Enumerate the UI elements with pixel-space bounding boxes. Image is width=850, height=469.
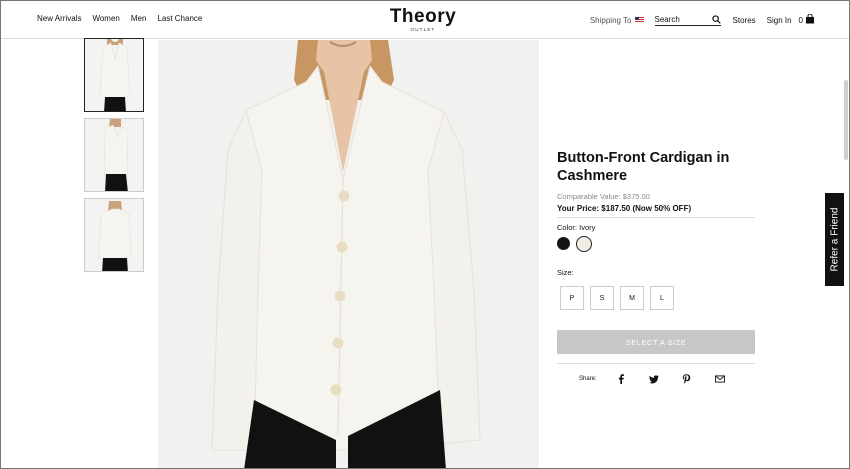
share-icons	[616, 374, 725, 384]
size-option-p[interactable]: P	[560, 286, 584, 310]
thumbnail-front[interactable]	[84, 38, 144, 112]
your-price: Your Price: $187.50 (Now 50% OFF)	[557, 204, 692, 213]
share-row: Share:	[557, 374, 755, 384]
select-size-button[interactable]: SELECT A SIZE	[557, 330, 755, 354]
size-option-m[interactable]: M	[620, 286, 644, 310]
page: New Arrivals Women Men Last Chance Theor…	[0, 0, 850, 469]
shopping-bag[interactable]: 0	[798, 13, 815, 26]
nav-item-women[interactable]: Women	[92, 14, 119, 23]
size-label: Size:	[557, 268, 574, 277]
utility-nav: Shipping To Search Stores Sign In 0	[590, 13, 815, 26]
shipping-selector[interactable]: Shipping To	[590, 16, 644, 25]
thumbnail-back[interactable]	[84, 198, 144, 272]
color-label: Color:	[557, 223, 578, 232]
bag-count: 0	[798, 15, 803, 25]
size-option-s[interactable]: S	[590, 286, 614, 310]
search-input[interactable]: Search	[654, 14, 721, 26]
twitter-icon[interactable]	[648, 374, 659, 384]
size-options: P S M L	[560, 286, 755, 310]
selected-color: Ivory	[579, 223, 596, 232]
refer-a-friend-tab[interactable]: Refer a Friend	[825, 193, 844, 286]
shopping-bag-icon	[805, 13, 815, 26]
scrollbar-thumb[interactable]	[844, 80, 848, 160]
color-swatches	[557, 236, 755, 252]
comparable-value: Comparable Value: $375.00	[557, 192, 650, 201]
nav-item-men[interactable]: Men	[131, 14, 147, 23]
product-details: Button-Front Cardigan in Cashmere Compar…	[557, 149, 755, 384]
thumbnail-side[interactable]	[84, 118, 144, 192]
color-row: Color: Ivory	[557, 223, 755, 232]
pinterest-icon[interactable]	[682, 374, 692, 384]
stores-link[interactable]: Stores	[733, 16, 756, 25]
search-label: Search	[654, 14, 680, 24]
logo-wordmark: Theory	[389, 6, 457, 27]
main-nav: New Arrivals Women Men Last Chance	[37, 14, 202, 23]
divider	[557, 363, 755, 364]
logo-subtitle: OUTLET	[410, 27, 436, 32]
nav-item-new-arrivals[interactable]: New Arrivals	[37, 14, 81, 23]
main-product-image[interactable]	[158, 40, 539, 468]
color-swatch-black[interactable]	[557, 237, 570, 250]
share-label: Share:	[579, 376, 597, 382]
product-title: Button-Front Cardigan in Cashmere	[557, 150, 730, 184]
color-swatch-ivory[interactable]	[576, 236, 592, 252]
facebook-icon[interactable]	[616, 374, 626, 384]
divider	[557, 217, 755, 218]
site-logo[interactable]: Theory OUTLET	[383, 6, 463, 32]
shipping-label: Shipping To	[589, 15, 632, 25]
search-icon[interactable]	[711, 14, 721, 24]
size-option-l[interactable]: L	[650, 286, 674, 310]
us-flag-icon	[634, 17, 644, 23]
nav-item-last-chance[interactable]: Last Chance	[157, 14, 202, 23]
sign-in-link[interactable]: Sign In	[767, 16, 792, 25]
site-header: New Arrivals Women Men Last Chance Theor…	[1, 1, 849, 39]
page-scrollbar[interactable]	[843, 40, 849, 468]
refer-a-friend-label: Refer a Friend	[829, 207, 841, 272]
email-icon[interactable]	[714, 374, 725, 384]
